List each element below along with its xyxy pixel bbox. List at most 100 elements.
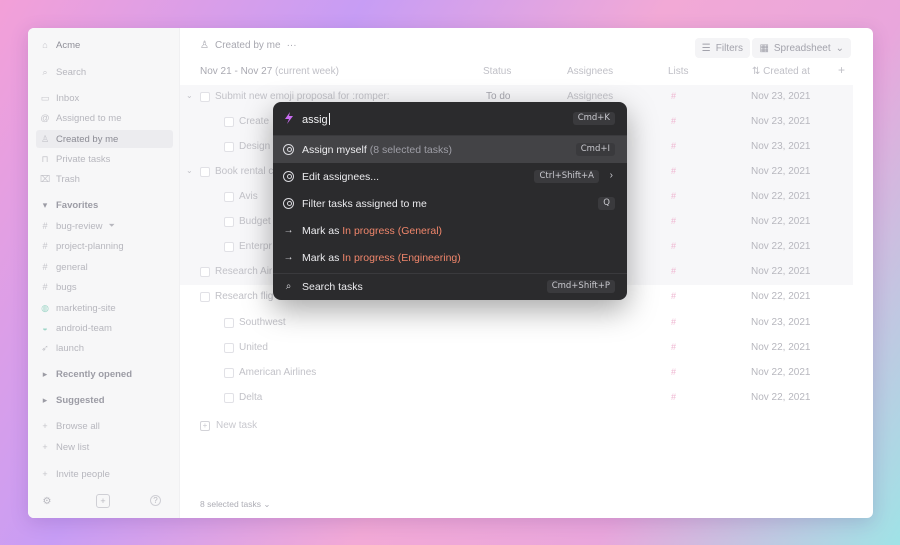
add-column-icon[interactable]: + [838,63,845,77]
filter-icon: ⏷ [108,221,115,230]
palette-item-edit-assignees[interactable]: Edit assignees... Ctrl+Shift+A › [273,163,627,190]
view-selector[interactable]: ▦ Spreadsheet ⌄ [752,38,851,58]
palette-item-mark-engineering[interactable]: → Mark as In progress (Engineering) [273,244,627,271]
list-hash-icon: # [671,291,677,301]
palette-item-search-tasks[interactable]: ⌕ Search tasks Cmd+Shift+P [273,273,627,300]
list-hash-icon: # [671,91,677,101]
sidebar-footer: ⚙ + ? [28,494,180,510]
list-hash-icon: # [671,266,677,276]
lock-icon: ⊓ [41,153,49,164]
sidebar-item-assigned[interactable]: @ Assigned to me [40,109,173,127]
list-hash-icon: # [671,166,677,176]
spreadsheet-icon: ▦ [759,42,769,54]
assignee-icon [283,144,294,155]
favorite-project-planning[interactable]: # project-planning [40,237,173,255]
list-hash-icon: # [671,342,677,352]
task-checkbox[interactable] [224,242,234,252]
caret-right-icon: ▸ [42,368,48,379]
rocket-icon: ➶ [41,342,49,353]
selected-count[interactable]: 8 selected tasks ⌄ [200,499,270,510]
collapse-icon[interactable]: ⌄ [186,166,193,175]
sidebar-search[interactable]: ⌕ Search [40,63,173,81]
task-checkbox[interactable] [200,267,210,277]
task-checkbox[interactable] [224,343,234,353]
suggested-header[interactable]: ▸ Suggested [40,391,173,409]
palette-item-assign-myself[interactable]: Assign myself (8 selected tasks) Cmd+I [273,136,627,163]
favorite-general[interactable]: # general [40,258,173,276]
command-palette: assig Cmd+K Assign myself (8 selected ta… [273,102,627,300]
lists-column-header[interactable]: Lists [668,66,689,80]
task-checkbox[interactable] [224,142,234,152]
sort-icon: ⇅ [752,66,761,77]
task-checkbox[interactable] [224,192,234,202]
filter-icon: ☰ [701,42,711,54]
hash-icon: # [42,282,48,292]
task-checkbox[interactable] [200,292,210,302]
shortcut-badge: Cmd+K [572,112,615,125]
task-checkbox[interactable] [224,117,234,127]
list-hash-icon: # [671,141,677,151]
task-checkbox[interactable] [224,393,234,403]
palette-item-filter-assigned[interactable]: Filter tasks assigned to me Q [273,190,627,217]
sidebar-item-created-by-me[interactable]: ♙ Created by me [36,130,173,148]
app-logo-icon [285,112,293,124]
sidebar-item-trash[interactable]: ⌧ Trash [40,170,173,188]
palette-query[interactable]: assig [302,113,330,126]
workspace-switcher[interactable]: ⌂ Acme [40,36,173,54]
search-icon: ⌕ [285,281,292,292]
new-list-button[interactable]: + New list [40,438,173,456]
list-hash-icon: # [671,392,677,402]
new-task-button[interactable]: + New task [200,420,257,431]
filters-button[interactable]: ☰ Filters [694,38,750,58]
task-checkbox[interactable] [224,318,234,328]
assignee-icon [283,198,294,209]
date-range-header: Nov 21 - Nov 27 (current week) [200,66,339,77]
created-at-column-header[interactable]: ⇅ Created at [752,66,810,80]
task-row[interactable]: American Airlines # Nov 22, 2021 [180,361,853,386]
favorite-bug-review[interactable]: # bug-review ⏷ [40,217,173,235]
trash-icon: ⌧ [39,173,51,184]
at-icon: @ [40,113,50,123]
list-hash-icon: # [671,367,677,377]
browse-all-button[interactable]: + Browse all [40,417,173,435]
status-column-header[interactable]: Status [483,66,511,80]
invite-people-button[interactable]: + Invite people [40,465,173,483]
help-icon[interactable]: ? [150,495,161,506]
globe-icon: ◍ [41,302,49,313]
recently-opened-header[interactable]: ▸ Recently opened [40,365,173,383]
plus-icon: + [42,442,48,452]
favorite-bugs[interactable]: # bugs [40,278,173,296]
palette-search[interactable]: assig Cmd+K [273,102,627,136]
collapse-icon[interactable]: ⌄ [186,91,193,100]
task-checkbox[interactable] [200,167,210,177]
caret-right-icon: ▸ [42,394,48,405]
person-icon: ♙ [200,40,209,51]
chevron-right-icon: › [609,170,613,181]
assignee-icon [283,171,294,182]
task-row[interactable]: United # Nov 22, 2021 [180,336,853,361]
favorites-header[interactable]: ▾ Favorites [40,196,173,214]
favorite-launch[interactable]: ➶ launch [40,339,173,357]
sidebar-item-private[interactable]: ⊓ Private tasks [40,150,173,168]
new-task-plus-icon[interactable]: + [96,494,110,508]
android-icon: ◒ [42,323,48,333]
favorite-android-team[interactable]: ◒ android-team [40,319,173,337]
task-row[interactable]: Delta # Nov 22, 2021 [180,386,853,411]
assignees-column-header[interactable]: Assignees [567,66,613,80]
task-row[interactable]: Southwest # Nov 23, 2021 [180,311,853,336]
favorite-marketing-site[interactable]: ◍ marketing-site [40,299,173,317]
chevron-down-icon: ⌄ [835,42,844,54]
list-hash-icon: # [671,216,677,226]
top-bar: ♙ Created by me ··· ☰ Filters ▦ Spreadsh… [200,38,853,58]
palette-item-mark-general[interactable]: → Mark as In progress (General) [273,217,627,244]
task-checkbox[interactable] [224,368,234,378]
sidebar-item-inbox[interactable]: ▭ Inbox [40,89,173,107]
settings-gear-icon[interactable]: ⚙ [40,494,54,508]
workspace-icon: ⌂ [42,40,48,50]
plus-square-icon: + [200,420,210,431]
more-options-icon[interactable]: ··· [287,40,297,51]
list-hash-icon: # [671,241,677,251]
task-checkbox[interactable] [224,217,234,227]
plus-icon: + [42,469,48,479]
task-checkbox[interactable] [200,92,210,102]
